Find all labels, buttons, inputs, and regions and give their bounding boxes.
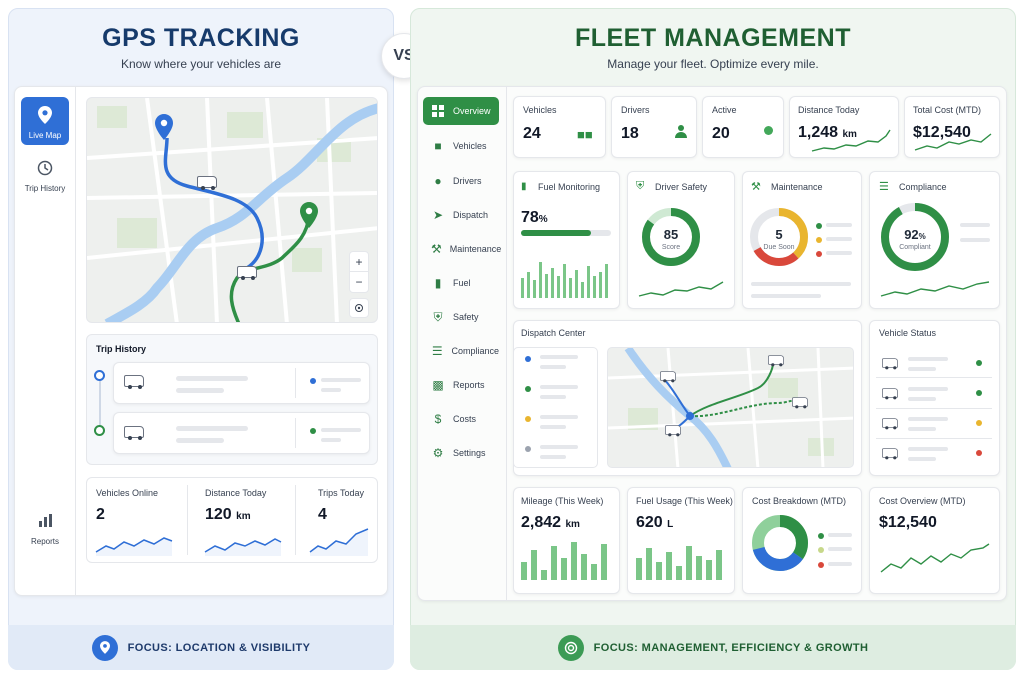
nav-item-safety[interactable]: ⛨ Safety xyxy=(423,303,499,331)
sparkline xyxy=(95,537,173,556)
dollar-icon: $ xyxy=(434,412,442,426)
nav-item-reports[interactable]: ▩ Reports xyxy=(423,371,499,399)
van-icon xyxy=(197,176,217,190)
fuel-usage-bar-chart xyxy=(636,546,722,580)
send-icon: ➤ xyxy=(432,208,444,222)
nav-item-settings[interactable]: ⚙ Settings xyxy=(423,439,499,467)
live-map[interactable]: + − xyxy=(86,97,378,323)
fuel-pump-icon: ▮ xyxy=(434,276,442,290)
stat-value: 2 xyxy=(96,506,105,523)
person-icon xyxy=(674,124,688,143)
sparkline xyxy=(880,543,990,573)
gps-title: GPS TRACKING xyxy=(102,24,300,52)
bar-chart-icon: ▩ xyxy=(432,378,444,392)
nav-item-dispatch[interactable]: ➤ Dispatch xyxy=(423,201,499,229)
fleet-title: FLEET MANAGEMENT xyxy=(574,24,852,52)
vehicle-status-list xyxy=(876,347,992,468)
person-icon: ● xyxy=(434,174,442,188)
zoom-out-button[interactable]: − xyxy=(350,272,368,292)
sparkline xyxy=(811,129,891,152)
locate-button[interactable] xyxy=(349,298,369,318)
stat-label: Trips Today xyxy=(318,488,365,498)
dispatch-map[interactable] xyxy=(607,347,854,468)
clock-icon xyxy=(21,160,69,181)
map-pin-icon xyxy=(21,106,69,129)
nav-item-drivers[interactable]: ● Drivers xyxy=(423,167,499,195)
focus-text: FOCUS: MANAGEMENT, EFFICIENCY & GROWTH xyxy=(593,641,869,654)
fuel-progress xyxy=(521,230,611,236)
van-icon xyxy=(124,375,144,389)
sidebar-item-label: Reports xyxy=(30,537,59,546)
wrench-icon: ⚒ xyxy=(431,242,442,256)
mileage-bar-chart xyxy=(521,542,607,580)
stat-value: 120 km xyxy=(205,506,251,523)
shield-icon: ⛨ xyxy=(636,180,645,192)
clipboard-icon: ☰ xyxy=(431,344,443,358)
vehicle-status-title: Vehicle Status xyxy=(879,328,937,338)
truck-icon: ■■ xyxy=(577,127,593,142)
nav-item-costs[interactable]: $ Costs xyxy=(423,405,499,433)
fuel-pump-icon: ▮ xyxy=(521,181,527,192)
stat-value: 4 xyxy=(318,506,327,523)
grid-icon xyxy=(431,104,445,118)
sparkline xyxy=(914,133,992,151)
nav-item-compliance[interactable]: ☰ Compliance xyxy=(423,337,499,365)
fleet-subtitle: Manage your fleet. Optimize every mile. xyxy=(607,57,819,71)
fuel-bar-chart xyxy=(521,262,608,298)
focus-text: FOCUS: LOCATION & VISIBILITY xyxy=(127,641,311,654)
sparkline xyxy=(204,538,282,556)
trip-row[interactable] xyxy=(113,362,370,404)
trip-row[interactable] xyxy=(113,412,370,454)
van-icon xyxy=(237,266,257,280)
gps-subtitle: Know where your vehicles are xyxy=(120,57,282,71)
nav-item-maintenance[interactable]: ⚒ Maintenance xyxy=(423,235,501,263)
wrench-icon: ⚒ xyxy=(751,181,761,193)
sidebar-item-live-map[interactable]: Live Map xyxy=(21,97,69,145)
truck-icon: ■ xyxy=(434,139,442,153)
clipboard-icon: ☰ xyxy=(879,181,889,193)
van-icon xyxy=(124,426,144,440)
stat-label: Distance Today xyxy=(205,488,267,498)
sparkline xyxy=(309,528,369,556)
bar-chart-icon xyxy=(21,512,69,533)
sidebar-item-reports[interactable]: Reports xyxy=(21,512,69,552)
zoom-in-button[interactable]: + xyxy=(350,252,368,272)
dispatch-title: Dispatch Center xyxy=(521,328,586,338)
gps-focus-footer: FOCUS: LOCATION & VISIBILITY xyxy=(8,625,394,670)
trip-history-title: Trip History xyxy=(96,344,147,354)
fleet-focus-footer: FOCUS: MANAGEMENT, EFFICIENCY & GROWTH xyxy=(410,625,1016,670)
sparkline xyxy=(638,281,724,297)
sidebar-item-trip-history[interactable]: Trip History xyxy=(21,160,69,200)
crosshair-icon xyxy=(355,304,363,312)
sidebar-item-label: Live Map xyxy=(28,131,62,140)
nav-item-vehicles[interactable]: ■ Vehicles xyxy=(423,132,499,160)
nav-item-overview[interactable]: Overview xyxy=(423,97,499,125)
stat-label: Vehicles Online xyxy=(96,488,159,498)
sidebar-item-label: Trip History xyxy=(24,184,66,193)
target-icon xyxy=(557,634,584,661)
shield-icon: ⛨ xyxy=(433,309,443,324)
sparkline xyxy=(880,281,990,297)
cost-breakdown-donut xyxy=(752,515,808,571)
status-dot xyxy=(764,126,773,135)
map-pin-icon xyxy=(91,634,118,661)
gear-icon: ⚙ xyxy=(432,446,444,460)
nav-item-fuel[interactable]: ▮ Fuel xyxy=(423,269,499,297)
